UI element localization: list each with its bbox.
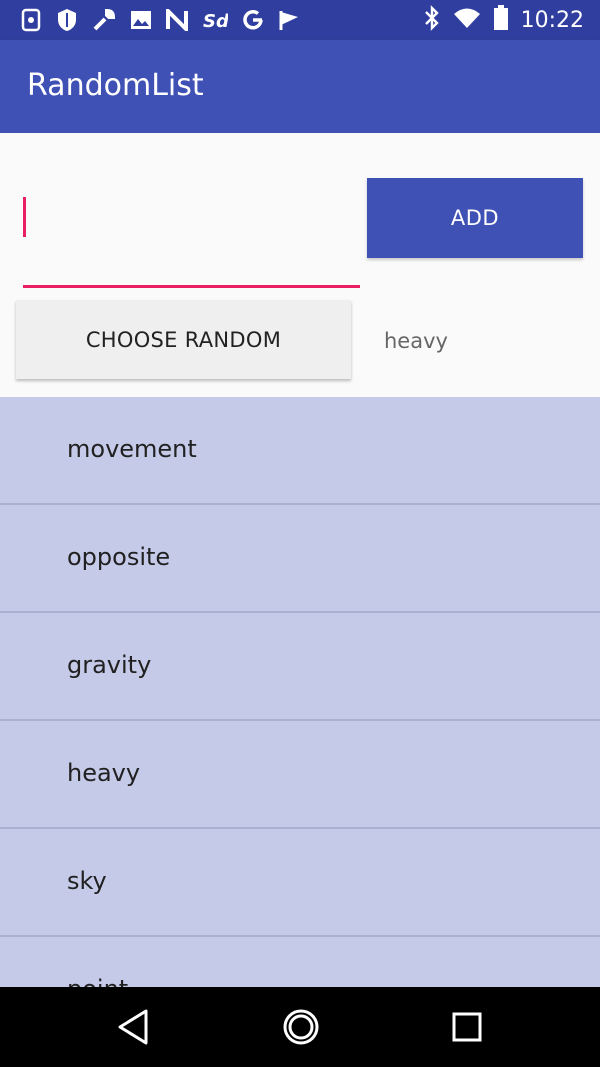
status-icons-left: Sd (20, 6, 300, 34)
item-input-wrapper (23, 179, 360, 289)
random-result: heavy (384, 329, 448, 353)
wrench-icon (92, 8, 116, 32)
list-item[interactable]: movement (0, 397, 600, 505)
status-time: 10:22 (520, 7, 584, 33)
google-icon (242, 9, 264, 31)
home-icon[interactable] (281, 1007, 321, 1051)
back-icon[interactable] (116, 1007, 152, 1051)
recents-icon[interactable] (451, 1007, 483, 1051)
input-underline (23, 285, 360, 288)
add-button[interactable]: ADD (367, 178, 583, 258)
text-cursor (23, 197, 26, 237)
n-icon (166, 9, 188, 31)
phone-icon (20, 8, 42, 32)
list-item-label: point (67, 975, 128, 987)
shield-icon (56, 8, 78, 32)
status-bar: Sd 10:22 (0, 0, 600, 40)
image-icon (130, 9, 152, 31)
check-flag-icon (278, 9, 300, 31)
bluetooth-icon (423, 5, 441, 35)
battery-icon (493, 5, 509, 35)
app-title: RandomList (27, 68, 204, 103)
list-item-label: movement (67, 435, 197, 463)
list-item[interactable]: gravity (0, 613, 600, 721)
list-item[interactable]: point (0, 937, 600, 987)
list-item[interactable]: heavy (0, 721, 600, 829)
wifi-icon (453, 7, 481, 33)
item-list[interactable]: movement opposite gravity heavy sky poin… (0, 397, 600, 987)
list-item-label: gravity (67, 651, 152, 679)
list-item-label: opposite (67, 543, 171, 571)
navigation-bar (0, 987, 600, 1067)
svg-text:Sd: Sd (203, 11, 228, 32)
choose-random-button[interactable]: CHOOSE RANDOM (16, 300, 351, 379)
list-item[interactable]: sky (0, 829, 600, 937)
list-item[interactable]: opposite (0, 505, 600, 613)
sd-card-icon: Sd (202, 8, 228, 32)
list-item-label: heavy (67, 759, 141, 787)
form-area: ADD CHOOSE RANDOM heavy (0, 133, 600, 396)
list-item-label: sky (67, 867, 107, 895)
app-bar: RandomList (0, 40, 600, 133)
item-input[interactable] (23, 179, 360, 287)
status-icons-right: 10:22 (423, 5, 584, 35)
